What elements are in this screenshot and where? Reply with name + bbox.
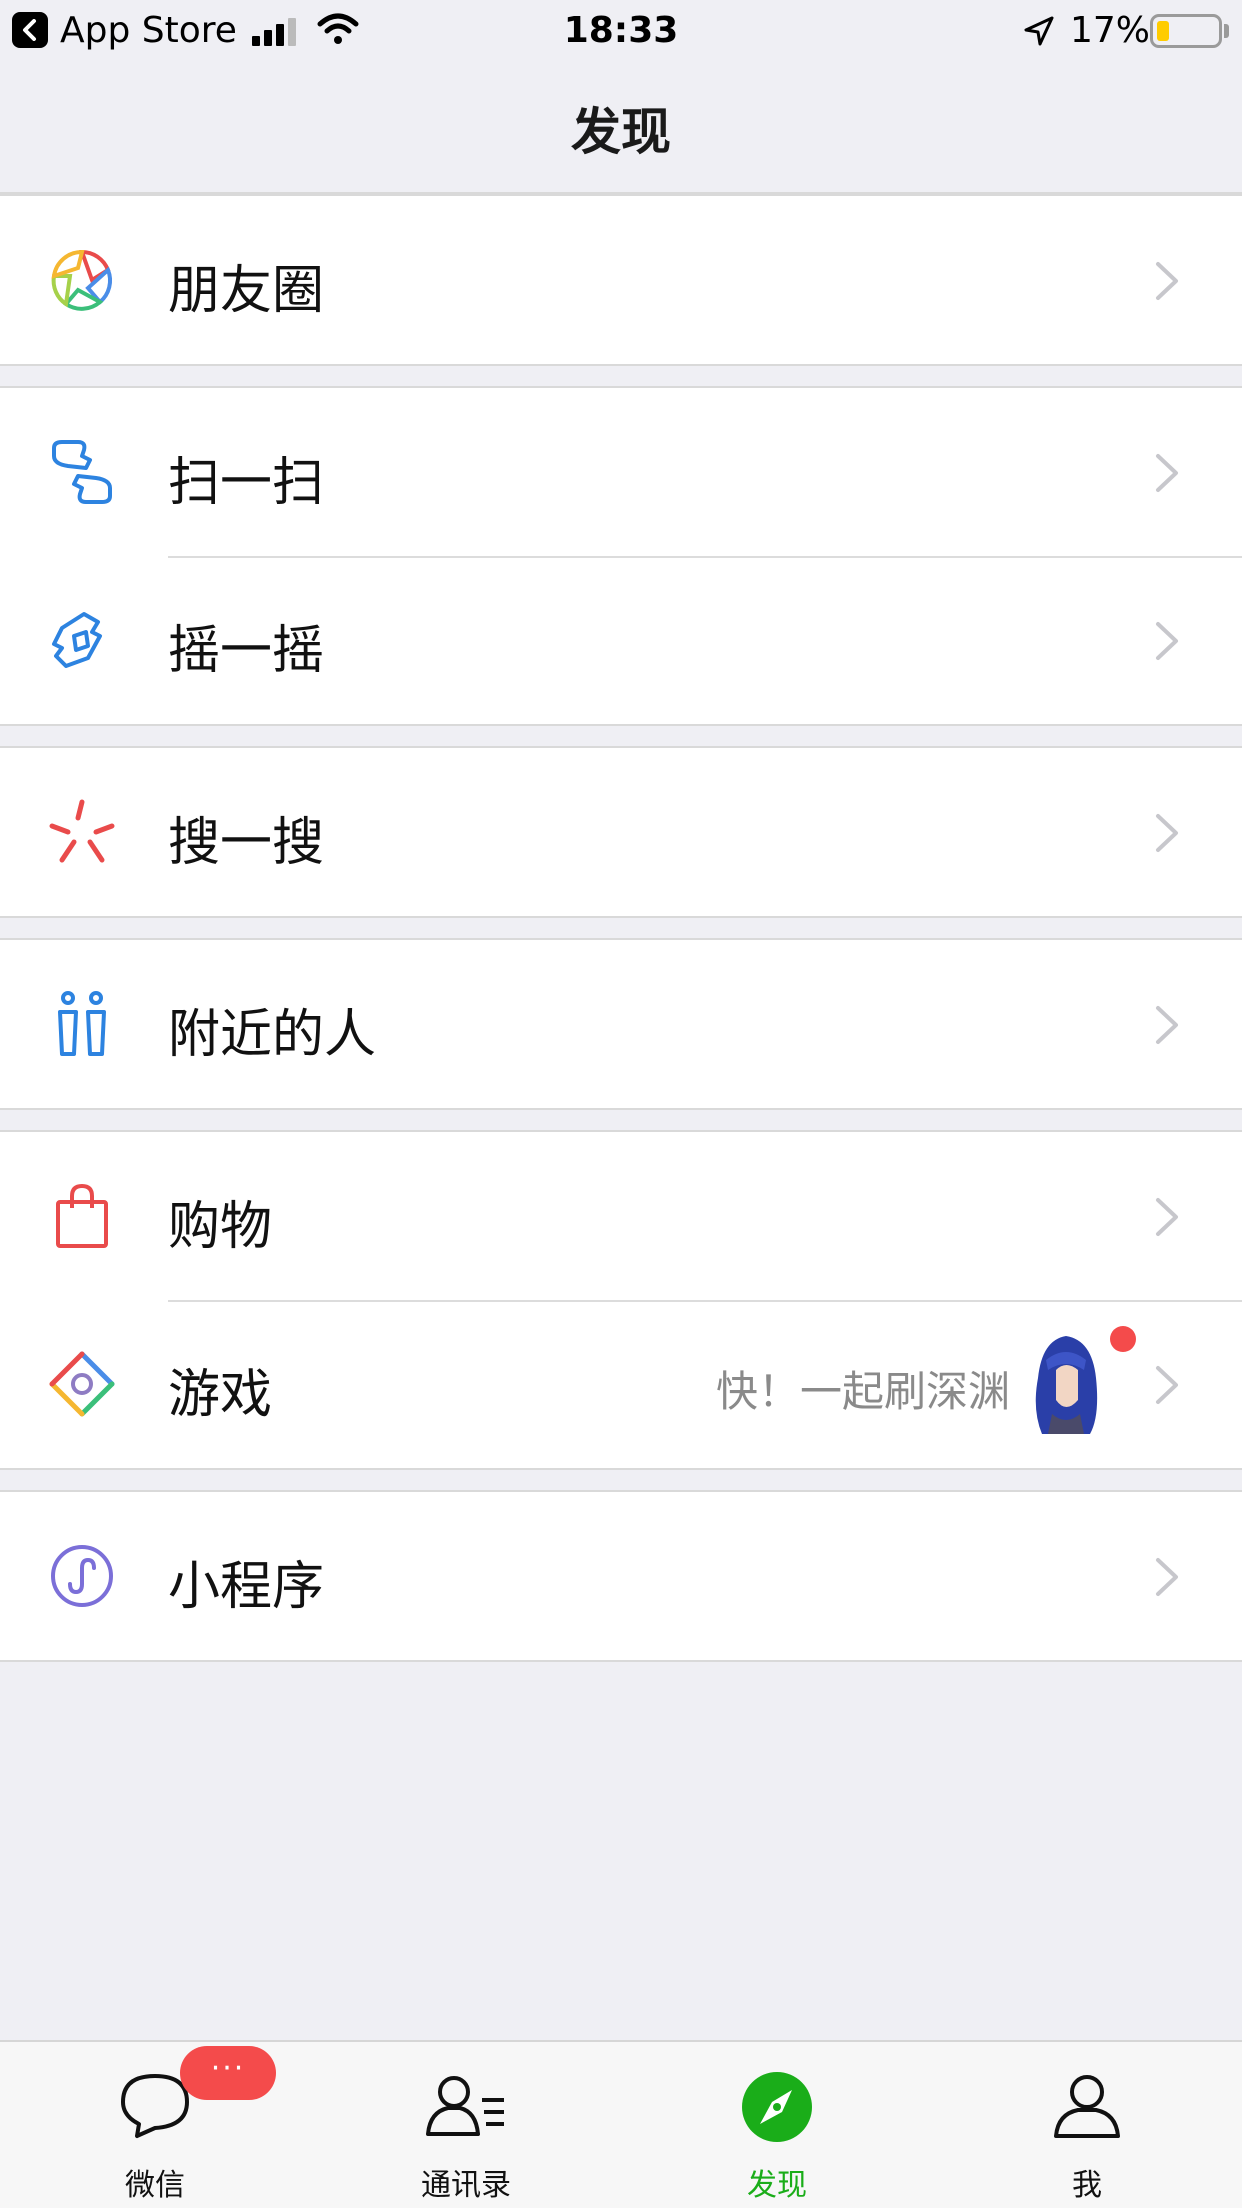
- list-item-games[interactable]: 游戏 快！一起刷深渊: [0, 1300, 1242, 1468]
- list-item-people-nearby[interactable]: 附近的人: [0, 940, 1242, 1108]
- list-item-label: 小程序: [168, 1557, 325, 1617]
- moments-icon: [51, 249, 112, 311]
- new-badge-dot: [1110, 1326, 1136, 1352]
- people-nearby-icon: [58, 991, 106, 1056]
- list-item-shake[interactable]: 摇一摇: [0, 556, 1242, 724]
- page-title: 发现: [571, 103, 671, 161]
- group-shopping-games: 购物 游戏 快！一起刷深渊: [0, 1130, 1242, 1470]
- list-item-search[interactable]: 搜一搜: [0, 748, 1242, 916]
- shake-icon: [52, 612, 102, 668]
- chats-unread-badge: ···: [180, 2046, 276, 2100]
- group-moments: 朋友圈: [0, 194, 1242, 366]
- mini-program-icon: [51, 1545, 113, 1607]
- tab-discover[interactable]: 发现: [677, 2042, 877, 2208]
- location-icon: [1024, 16, 1054, 46]
- list-item-label: 摇一摇: [168, 621, 325, 681]
- discover-icon: [742, 2072, 812, 2142]
- group-scan-shake: 扫一扫 摇一摇: [0, 386, 1242, 726]
- list-item-label: 扫一扫: [168, 453, 325, 513]
- chevron-right-icon: [1156, 1558, 1178, 1596]
- tab-me[interactable]: 我: [987, 2042, 1187, 2208]
- nav-bar: 发现: [0, 62, 1242, 194]
- group-nearby: 附近的人: [0, 938, 1242, 1110]
- list-item-label: 附近的人: [168, 1005, 377, 1065]
- chevron-right-icon: [1156, 1198, 1178, 1236]
- list-item-mini-programs[interactable]: 小程序: [0, 1492, 1242, 1660]
- list-item-moments[interactable]: 朋友圈: [0, 196, 1242, 364]
- tab-label: 通讯录: [421, 2168, 511, 2203]
- chevron-right-icon: [1156, 622, 1178, 660]
- list-item-scan[interactable]: 扫一扫: [0, 388, 1242, 556]
- list-item-label: 朋友圈: [168, 261, 325, 321]
- chevron-right-icon: [1156, 1366, 1178, 1404]
- list-item-shopping[interactable]: 购物: [0, 1132, 1242, 1300]
- tab-label: 发现: [747, 2168, 807, 2203]
- search-icon: [49, 799, 115, 863]
- chevron-right-icon: [1156, 262, 1178, 300]
- battery-tip: [1224, 24, 1229, 38]
- group-mini-programs: 小程序: [0, 1490, 1242, 1662]
- shopping-bag-icon: [56, 1183, 108, 1248]
- list-item-label: 购物: [168, 1197, 273, 1257]
- game-character-avatar: [1035, 1336, 1098, 1434]
- me-icon: [1054, 2075, 1120, 2138]
- status-bar: App Store 18:33 17%: [0, 0, 1242, 62]
- battery-percent: 17%: [1070, 10, 1151, 51]
- battery-icon: [1150, 14, 1222, 48]
- tab-label: 微信: [125, 2168, 185, 2203]
- group-search: 搜一搜: [0, 746, 1242, 918]
- contacts-icon: [426, 2076, 504, 2136]
- game-icon: [49, 1351, 115, 1417]
- list-item-label: 搜一搜: [168, 813, 325, 873]
- list-item-label: 游戏: [168, 1365, 273, 1425]
- tab-label: 我: [1072, 2168, 1102, 2203]
- chevron-right-icon: [1156, 814, 1178, 852]
- tab-contacts[interactable]: 通讯录: [366, 2042, 566, 2208]
- game-promo-text: 快！一起刷深渊: [715, 1367, 1010, 1416]
- chevron-right-icon: [1156, 454, 1178, 492]
- chevron-right-icon: [1156, 1006, 1178, 1044]
- scan-icon: [52, 440, 112, 504]
